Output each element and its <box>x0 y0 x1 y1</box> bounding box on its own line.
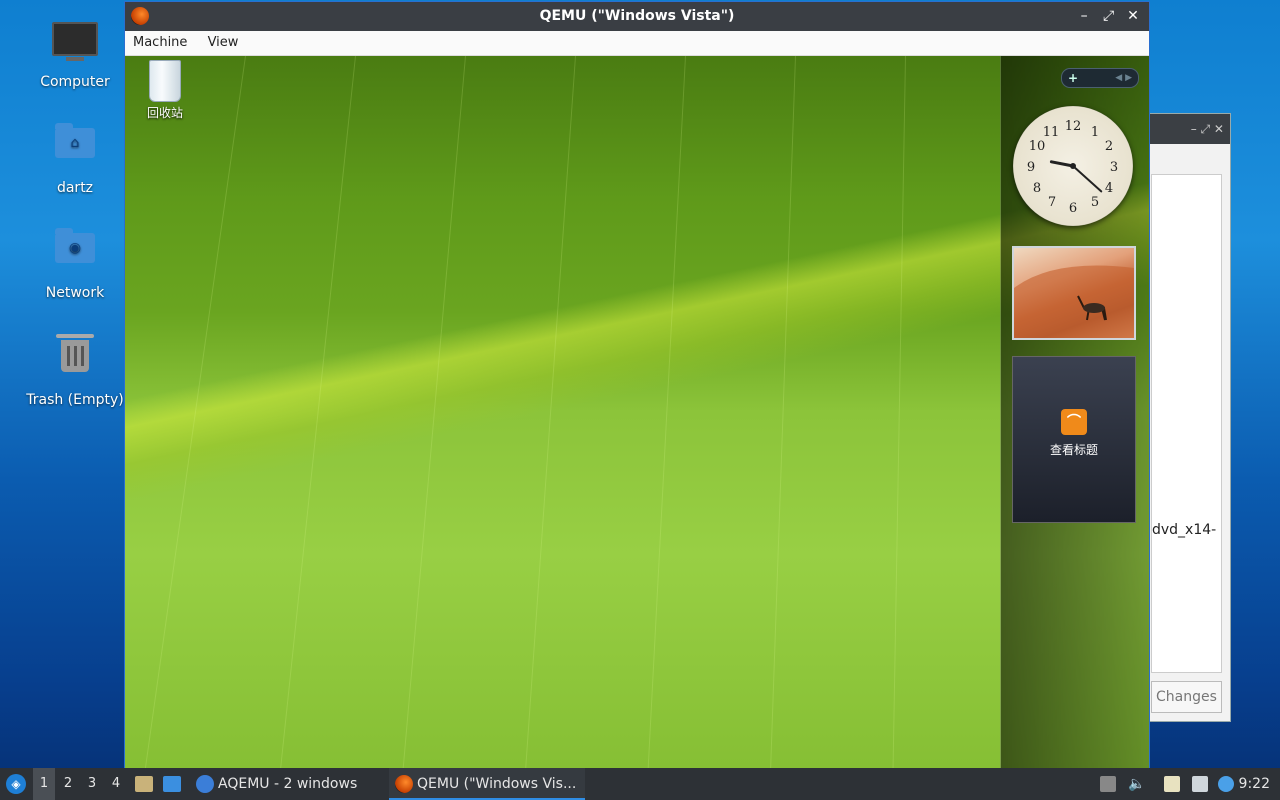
minimize-button[interactable]: – <box>1074 2 1094 31</box>
svg-text:10: 10 <box>1029 139 1046 154</box>
svg-text:3: 3 <box>1110 160 1118 175</box>
svg-text:6: 6 <box>1069 201 1077 216</box>
desktop-icon-label: Trash (Empty) <box>26 392 124 408</box>
guest-screen[interactable]: 回收站 + ◀ ▶ 12 1 2 345 678 9 10 11 ⌒ 查看标题 <box>125 56 1149 768</box>
feed-label[interactable]: 查看标题 <box>1013 441 1135 458</box>
clock-face-icon: 12 12 345 678 91011 <box>1027 119 1118 216</box>
volume-icon[interactable]: 🔈 <box>1128 776 1145 792</box>
guest-recycle-bin[interactable]: 回收站 <box>139 60 191 121</box>
background-window-filename: dvd_x14- <box>1152 522 1217 538</box>
menu-view[interactable]: View <box>208 35 239 50</box>
clipboard-icon[interactable] <box>1164 776 1180 792</box>
qemu-window: QEMU ("Windows Vista") – ⤢ ✕ Machine Vie… <box>124 1 1150 768</box>
network-folder-icon: ◉ <box>51 228 99 281</box>
qemu-titlebar[interactable]: QEMU ("Windows Vista") – ⤢ ✕ <box>125 2 1149 31</box>
svg-text:12: 12 <box>1065 119 1082 134</box>
window-title: QEMU ("Windows Vista") <box>539 8 735 24</box>
rss-icon: ⌒ <box>1061 409 1087 435</box>
changes-button[interactable]: Changes <box>1151 681 1222 713</box>
svg-text:11: 11 <box>1043 125 1060 140</box>
close-button[interactable]: ✕ <box>1123 2 1143 31</box>
svg-text:5: 5 <box>1091 195 1099 210</box>
svg-text:9: 9 <box>1027 160 1035 175</box>
eject-icon[interactable] <box>1100 776 1116 792</box>
vista-sidebar: + ◀ ▶ 12 1 2 345 678 9 10 11 ⌒ 查看标题 <box>1000 56 1149 768</box>
file-manager-icon[interactable] <box>135 776 153 792</box>
qemu-app-icon <box>395 775 413 793</box>
desktop-icon-label: Computer <box>40 74 110 90</box>
computer-icon <box>51 22 99 70</box>
show-desktop-icon[interactable] <box>163 776 181 792</box>
taskbar: ◈ 1 2 3 4 AQEMU - 2 windows QEMU ("Windo… <box>0 768 1280 800</box>
desktop-icon-computer[interactable]: Computer <box>25 14 125 90</box>
slideshow-gadget[interactable] <box>1012 246 1136 340</box>
background-window[interactable]: – ⤢ ✕ dvd_x14- Changes <box>1140 113 1231 722</box>
sidebar-controls[interactable]: + ◀ ▶ <box>1061 68 1139 88</box>
trash-icon <box>51 334 99 388</box>
desktop-icon-trash[interactable]: Trash (Empty) <box>25 328 125 408</box>
svg-text:8: 8 <box>1033 181 1041 196</box>
task-qemu[interactable]: QEMU ("Windows Vis... <box>389 768 585 800</box>
workspace-3[interactable]: 3 <box>81 768 103 800</box>
clock-minute-hand <box>1072 165 1103 193</box>
add-gadget-button[interactable]: + <box>1068 69 1078 87</box>
workspace-1[interactable]: 1 <box>33 768 55 800</box>
menubar: Machine View <box>125 31 1149 56</box>
menu-machine[interactable]: Machine <box>133 35 187 50</box>
background-window-titlebar[interactable]: – ⤢ ✕ <box>1141 114 1230 144</box>
svg-text:4: 4 <box>1105 181 1113 196</box>
notification-icon[interactable] <box>1218 776 1234 792</box>
taskbar-clock[interactable]: 9:22 <box>1239 768 1270 800</box>
recycle-bin-icon <box>149 60 181 102</box>
home-folder-icon: ⌂ <box>51 123 99 176</box>
desktop-icon-home[interactable]: ⌂ dartz <box>25 118 125 196</box>
workspace-2[interactable]: 2 <box>57 768 79 800</box>
svg-text:2: 2 <box>1105 139 1113 154</box>
feed-headlines-gadget[interactable]: ⌒ 查看标题 <box>1012 356 1136 523</box>
oryx-photo-icon <box>1014 265 1134 338</box>
background-window-panel <box>1151 174 1222 673</box>
start-menu-icon[interactable]: ◈ <box>6 774 26 794</box>
aqemu-app-icon <box>196 775 214 793</box>
svg-text:7: 7 <box>1048 195 1056 210</box>
task-label: QEMU ("Windows Vis... <box>417 776 577 792</box>
gadget-nav-arrows[interactable]: ◀ ▶ <box>1115 69 1132 87</box>
task-label: AQEMU - 2 windows <box>218 776 358 792</box>
recycle-bin-label: 回收站 <box>146 106 183 120</box>
workspace-4[interactable]: 4 <box>105 768 127 800</box>
desktop-icon-network[interactable]: ◉ Network <box>25 223 125 301</box>
clock-hour-hand <box>1049 160 1075 168</box>
svg-text:1: 1 <box>1091 125 1099 140</box>
desktop-icon-label: Network <box>45 285 105 301</box>
maximize-button[interactable]: ⤢ <box>1099 2 1119 31</box>
task-aqemu[interactable]: AQEMU - 2 windows <box>190 768 386 800</box>
network-status-icon[interactable] <box>1192 776 1208 792</box>
clock-gadget[interactable]: 12 1 2 345 678 9 10 11 <box>1013 106 1133 226</box>
desktop-icon-label: dartz <box>56 180 94 196</box>
